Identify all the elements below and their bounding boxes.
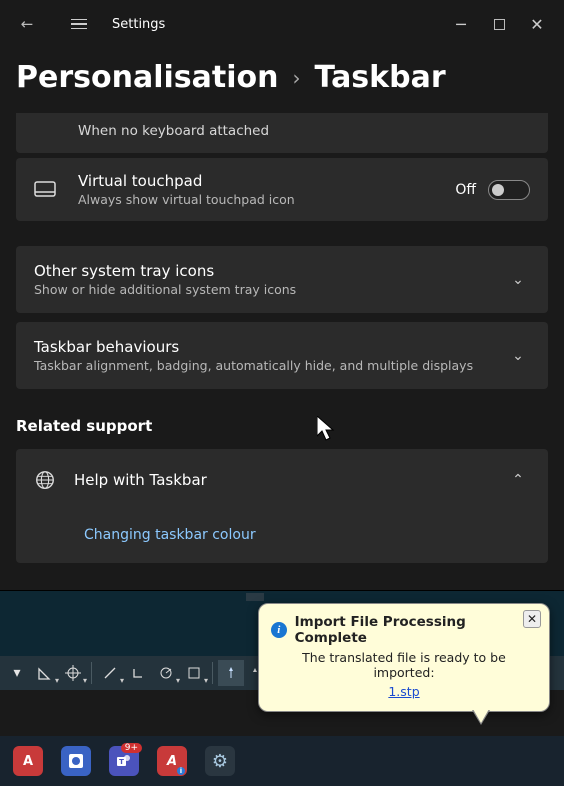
title-bar: ← Settings ─ ✕ (0, 0, 564, 48)
prev-setting-subtitle: When no keyboard attached (78, 123, 506, 139)
close-icon: ✕ (530, 15, 543, 34)
notification-title: Import File Processing Complete (295, 614, 537, 646)
menu-button[interactable] (60, 5, 98, 43)
taskbar-behaviours-subtitle: Taskbar alignment, badging, automaticall… (34, 358, 506, 373)
toggle-label: Off (455, 182, 476, 198)
other-tray-icons-subtitle: Show or hide additional system tray icon… (34, 282, 506, 297)
target-tool-icon[interactable]: ▾ (60, 660, 86, 686)
dropdown-icon[interactable]: ▾ (4, 660, 30, 686)
import-complete-notification: ✕ i Import File Processing Complete The … (258, 603, 550, 712)
virtual-touchpad-subtitle: Always show virtual touchpad icon (78, 192, 455, 207)
breadcrumb: Personalisation › Taskbar (0, 48, 564, 113)
info-icon: i (271, 622, 287, 638)
angle-tool-icon[interactable]: ▾ (32, 660, 58, 686)
other-tray-icons-title: Other system tray icons (34, 262, 506, 280)
windows-taskbar: A T 9+ Ai ⚙ (0, 736, 564, 786)
polar-tool-icon[interactable]: ▾ (153, 660, 179, 686)
notification-close-button[interactable]: ✕ (523, 610, 541, 628)
breadcrumb-leaf: Taskbar (314, 60, 445, 95)
close-button[interactable]: ✕ (518, 5, 556, 43)
draft-tool-icon[interactable]: ▾ (97, 660, 123, 686)
gear-icon: ⚙ (212, 751, 228, 772)
virtual-touchpad-title: Virtual touchpad (78, 172, 455, 190)
prev-setting-row[interactable]: When no keyboard attached ⌄ (16, 113, 548, 153)
virtual-touchpad-toggle[interactable] (488, 180, 530, 200)
taskbar-app-settings[interactable]: ⚙ (200, 741, 240, 781)
snap-tool-icon[interactable]: ▾ (181, 660, 207, 686)
touchpad-icon (34, 181, 56, 199)
chevron-right-icon: › (292, 66, 300, 90)
arrow-left-icon: ← (21, 15, 34, 33)
dimension-tool-icon[interactable] (218, 660, 244, 686)
help-with-taskbar-title: Help with Taskbar (74, 471, 488, 489)
teams-icon: T (115, 752, 133, 770)
minimize-icon: ─ (456, 15, 466, 34)
chevron-down-icon: ⌄ (506, 348, 530, 364)
changing-taskbar-colour-link[interactable]: Changing taskbar colour (84, 527, 256, 543)
back-button[interactable]: ← (8, 5, 46, 43)
app-title: Settings (112, 17, 165, 32)
panel-expander-handle[interactable] (246, 593, 264, 601)
taskbar-behaviours-title: Taskbar behaviours (34, 338, 506, 356)
maximize-button[interactable] (480, 5, 518, 43)
maximize-icon (494, 19, 505, 30)
ortho-tool-icon[interactable] (125, 660, 151, 686)
taskbar-app-autocad[interactable]: A (8, 741, 48, 781)
help-link-row: Changing taskbar colour (16, 511, 548, 563)
related-support-heading: Related support (0, 389, 564, 449)
breadcrumb-root[interactable]: Personalisation (16, 60, 278, 95)
notification-badge: 9+ (121, 743, 142, 753)
help-with-taskbar-row[interactable]: Help with Taskbar ⌃ (16, 449, 548, 511)
globe-icon (34, 469, 56, 491)
taskbar-behaviours-row[interactable]: Taskbar behaviours Taskbar alignment, ba… (16, 322, 548, 389)
virtual-touchpad-row[interactable]: Virtual touchpad Always show virtual tou… (16, 158, 548, 221)
chevron-down-icon: ⌄ (506, 272, 530, 288)
other-tray-icons-row[interactable]: Other system tray icons Show or hide add… (16, 246, 548, 313)
close-icon: ✕ (527, 612, 537, 626)
svg-text:T: T (119, 758, 124, 766)
minimize-button[interactable]: ─ (442, 5, 480, 43)
toggle-knob (492, 184, 504, 196)
taskbar-app-snip[interactable] (56, 741, 96, 781)
notification-body: The translated file is ready to be impor… (271, 650, 537, 680)
notification-file-link[interactable]: 1.stp (388, 684, 419, 699)
taskbar-app-teams[interactable]: T 9+ (104, 741, 144, 781)
chevron-up-icon: ⌃ (506, 472, 530, 488)
hamburger-icon (71, 19, 87, 30)
taskbar-app-autocad-doc[interactable]: Ai (152, 741, 192, 781)
